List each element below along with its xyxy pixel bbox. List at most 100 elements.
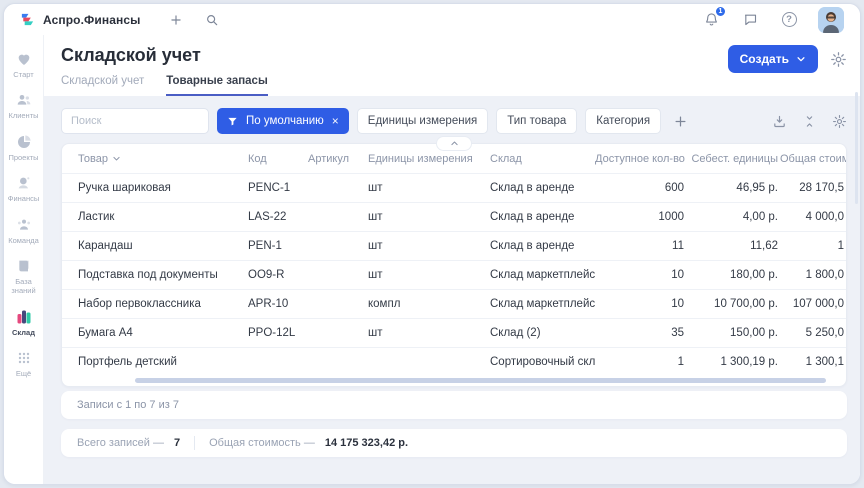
topbar: Аспро.Финансы 1 ? — [4, 4, 860, 35]
user-avatar[interactable] — [818, 7, 844, 33]
table-row[interactable]: Карандаш PEN-1 шт Склад в аренде 11 11,6… — [62, 231, 846, 260]
chevron-up-icon — [450, 139, 459, 148]
help-button[interactable]: ? — [779, 10, 799, 30]
sidebar-item-team[interactable]: Команда — [4, 217, 44, 245]
cell-qty: 1 — [595, 356, 686, 368]
cell-total-cost: 1 800,0 — [780, 269, 846, 281]
cell-unit-cost: 180,00 р. — [686, 269, 780, 281]
cell-warehouse: Склад в аренде — [490, 240, 595, 252]
sidebar-item-knowledge-base[interactable]: База знаний — [4, 258, 44, 296]
gear-icon — [832, 114, 847, 129]
filter-chip-product-type[interactable]: Тип товара — [496, 108, 577, 134]
cell-product: Бумага А4 — [78, 327, 248, 339]
cell-code: APR-10 — [248, 298, 308, 310]
collapse-rows-button[interactable] — [803, 115, 816, 128]
table-row[interactable]: Портфель детский Сортировочный скла 1 1 … — [62, 347, 846, 376]
people-icon — [16, 92, 32, 108]
filter-bar: По умолчанию × Единицы измерения Тип тов… — [61, 108, 847, 134]
column-header-qty[interactable]: Доступное кол-во — [595, 153, 686, 165]
horizontal-scroll-area — [62, 376, 846, 386]
collapse-vertical-icon — [803, 115, 816, 128]
cell-qty: 10 — [595, 298, 686, 310]
divider — [194, 436, 195, 450]
cell-product: Карандаш — [78, 240, 248, 252]
notifications-button[interactable]: 1 — [701, 10, 721, 30]
funnel-icon — [227, 116, 238, 127]
sidebar-item-start[interactable]: Старт — [4, 51, 44, 79]
cell-warehouse: Сортировочный скла — [490, 356, 595, 368]
column-header-warehouse[interactable]: Склад — [490, 153, 595, 165]
tab-warehouse-accounting[interactable]: Складской учет — [61, 75, 144, 96]
add-filter-button[interactable] — [673, 114, 688, 129]
cell-total-cost: 107 000,0 — [780, 298, 846, 310]
summary-bar: Всего записей — 7 Общая стоимость — 14 1… — [61, 429, 847, 457]
content: По умолчанию × Единицы измерения Тип тов… — [44, 96, 860, 457]
chevron-down-icon — [796, 54, 806, 64]
table-row[interactable]: Набор первоклассника APR-10 компл Склад … — [62, 289, 846, 318]
cell-code: LAS-22 — [248, 211, 308, 223]
cell-unit: шт — [368, 182, 490, 194]
column-header-unit[interactable]: Единицы измерения — [368, 153, 490, 165]
page-header-actions: Создать — [728, 45, 847, 73]
horizontal-scrollbar[interactable] — [135, 378, 826, 383]
filter-chip-category[interactable]: Категория — [585, 108, 661, 134]
active-filter-chip[interactable]: По умолчанию × — [217, 108, 349, 134]
sidebar-item-projects[interactable]: Проекты — [4, 134, 44, 162]
collapse-table-button[interactable] — [436, 136, 472, 151]
download-icon — [772, 114, 787, 129]
clear-filter-icon[interactable]: × — [332, 114, 339, 128]
cell-unit-cost: 11,62 — [686, 240, 780, 252]
sidebar-item-warehouse[interactable]: Склад — [4, 309, 44, 337]
total-cost-label: Общая стоимость — — [209, 437, 315, 449]
cell-code: PENC-1 — [248, 182, 308, 194]
app-name: Аспро.Финансы — [43, 13, 140, 27]
search-input[interactable] — [61, 108, 209, 134]
vertical-scrollbar[interactable] — [855, 92, 858, 204]
export-button[interactable] — [772, 114, 787, 129]
team-icon — [16, 217, 32, 233]
cell-qty: 10 — [595, 269, 686, 281]
cell-total-cost: 1 — [780, 240, 846, 252]
column-header-code[interactable]: Код — [248, 153, 308, 165]
cell-unit: шт — [368, 269, 490, 281]
cell-total-cost: 5 250,0 — [780, 327, 846, 339]
notification-badge: 1 — [715, 6, 726, 17]
cell-product: Ластик — [78, 211, 248, 223]
cell-qty: 11 — [595, 240, 686, 252]
column-header-unit-cost[interactable]: Себест. единицы — [686, 153, 780, 165]
plus-icon — [673, 114, 688, 129]
column-header-article[interactable]: Артикул — [308, 153, 368, 165]
cell-unit: шт — [368, 327, 490, 339]
column-header-total-cost[interactable]: Общая стоим — [780, 153, 846, 165]
sidebar-item-more[interactable]: Ещё — [4, 350, 44, 378]
table-settings-button[interactable] — [832, 114, 847, 129]
table-row[interactable]: Подставка под документы OO9-R шт Склад м… — [62, 260, 846, 289]
table-row[interactable]: Ластик LAS-22 шт Склад в аренде 1000 4,0… — [62, 202, 846, 231]
cell-unit-cost: 46,95 р. — [686, 182, 780, 194]
page-settings-button[interactable] — [830, 51, 847, 68]
heart-icon — [16, 51, 32, 67]
filter-chip-units[interactable]: Единицы измерения — [357, 108, 488, 134]
table-row[interactable]: Ручка шариковая PENC-1 шт Склад в аренде… — [62, 173, 846, 202]
inventory-table: Товар Код Артикул Единицы измерения Скла… — [61, 143, 847, 387]
sidebar-item-finance[interactable]: Финансы — [4, 175, 44, 203]
table-row[interactable]: Бумага А4 PPO-12L шт Склад (2) 35 150,00… — [62, 318, 846, 347]
create-button[interactable]: Создать — [728, 45, 818, 73]
cell-code: PPO-12L — [248, 327, 308, 339]
cell-total-cost: 1 300,1 — [780, 356, 846, 368]
cell-warehouse: Склад маркетплейса — [490, 269, 595, 281]
pie-icon — [16, 134, 32, 150]
global-search-button[interactable] — [202, 10, 222, 30]
tab-inventory[interactable]: Товарные запасы — [166, 75, 268, 96]
sort-chevron-icon — [112, 154, 121, 163]
app-logo-icon — [20, 12, 35, 27]
column-header-product[interactable]: Товар — [78, 153, 248, 165]
chat-icon — [743, 12, 758, 27]
quick-add-button[interactable] — [166, 10, 186, 30]
cell-warehouse: Склад в аренде — [490, 211, 595, 223]
cell-qty: 35 — [595, 327, 686, 339]
main-area: Складской учет Создать Складской учет То… — [44, 35, 860, 484]
sidebar-item-clients[interactable]: Клиенты — [4, 92, 44, 120]
messages-button[interactable] — [740, 10, 760, 30]
cell-code: OO9-R — [248, 269, 308, 281]
